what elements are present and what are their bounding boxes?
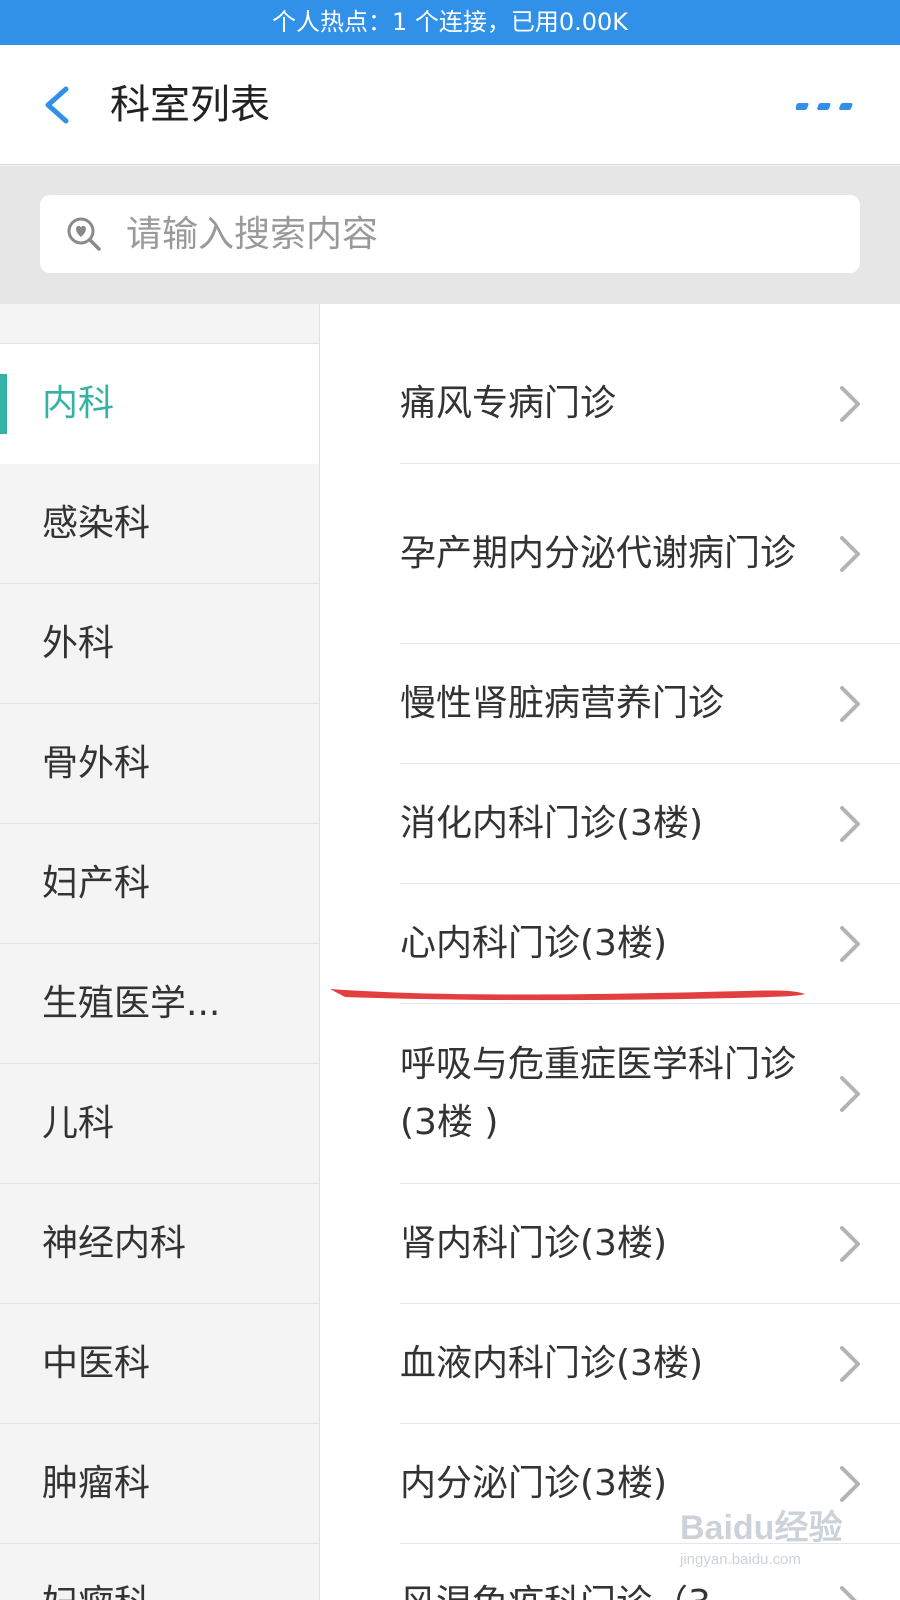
chevron-left-icon [45, 86, 69, 124]
sidebar-item-orthopedics[interactable]: 骨外科 [0, 704, 319, 824]
sidebar-item-tcm[interactable]: 中医科 [0, 1304, 319, 1424]
chevron-right-icon [840, 1345, 860, 1382]
sidebar-item-gyn-oncology[interactable]: 妇瘤科 [0, 1544, 319, 1600]
department-label: 呼吸与危重症医学科门诊(3楼 ) [400, 1043, 797, 1143]
department-label: 内分泌门诊(3楼) [400, 1462, 667, 1504]
sidebar-item-reproductive[interactable]: 生殖医学... [0, 944, 319, 1064]
sidebar-item-internal-medicine[interactable]: 内科 [0, 344, 319, 464]
hotspot-status-bar: 个人热点：1 个连接，已用0.00K [0, 0, 900, 45]
sidebar-item-neurology[interactable]: 神经内科 [0, 1184, 319, 1304]
content-top-gap [320, 304, 900, 344]
chevron-right-icon [840, 385, 860, 422]
chevron-right-icon [840, 685, 860, 722]
page-title: 科室列表 [110, 82, 270, 128]
sidebar-item-oncology[interactable]: 肿瘤科 [0, 1424, 319, 1544]
sidebar-item-obstetrics[interactable]: 妇产科 [0, 824, 319, 944]
search-area [0, 166, 900, 304]
more-button[interactable] [795, 95, 860, 119]
list-item[interactable]: 痛风专病门诊 [400, 344, 900, 464]
chevron-right-icon [840, 1585, 858, 1600]
department-label: 慢性肾脏病营养门诊 [400, 682, 725, 724]
department-label: 心内科门诊(3楼) [400, 922, 667, 964]
list-item[interactable]: 孕产期内分泌代谢病门诊 [400, 464, 900, 644]
chevron-right-icon [840, 925, 860, 962]
department-label: 肾内科门诊(3楼) [400, 1222, 667, 1264]
search-icon [64, 214, 104, 254]
baidu-watermark: Baidu经验 jingyan.baidu.com [680, 1500, 880, 1580]
department-panel: 痛风专病门诊 孕产期内分泌代谢病门诊 慢性肾脏病营养门诊 消化内科门诊(3楼) … [320, 304, 900, 1600]
department-label: 风湿免疫科门诊（3 [400, 1575, 711, 1600]
department-label: 消化内科门诊(3楼) [400, 802, 703, 844]
watermark-url: jingyan.baidu.com [680, 1551, 801, 1568]
list-item[interactable]: 慢性肾脏病营养门诊 [400, 644, 900, 764]
category-sidebar: 内科 感染科 外科 骨外科 妇产科 生殖医学... 儿科 神经内科 中医科 肿瘤… [0, 304, 320, 1600]
more-dots-icon [795, 103, 853, 110]
department-label: 痛风专病门诊 [400, 382, 617, 424]
chevron-right-icon [840, 805, 860, 842]
sidebar-item-surgery[interactable]: 外科 [0, 584, 319, 704]
app-header: 科室列表 [0, 45, 900, 165]
chevron-right-icon [840, 535, 860, 572]
watermark-logo: Baidu经验 [680, 1509, 843, 1547]
search-input[interactable] [126, 195, 826, 273]
sidebar-top-gap [0, 304, 319, 344]
department-label: 孕产期内分泌代谢病门诊 [400, 532, 797, 574]
list-item[interactable]: 呼吸与危重症医学科门诊(3楼 ) [400, 1004, 900, 1184]
list-item[interactable]: 血液内科门诊(3楼) [400, 1304, 900, 1424]
list-item[interactable]: 心内科门诊(3楼) [400, 884, 900, 1004]
list-item[interactable]: 肾内科门诊(3楼) [400, 1184, 900, 1304]
department-label: 血液内科门诊(3楼) [400, 1342, 703, 1384]
department-list: 痛风专病门诊 孕产期内分泌代谢病门诊 慢性肾脏病营养门诊 消化内科门诊(3楼) … [400, 344, 900, 1600]
chevron-right-icon [840, 1465, 860, 1502]
sidebar-item-pediatrics[interactable]: 儿科 [0, 1064, 319, 1184]
list-item[interactable]: 消化内科门诊(3楼) [400, 764, 900, 884]
back-button[interactable] [30, 75, 90, 135]
search-box[interactable] [40, 195, 860, 273]
sidebar-item-infectious[interactable]: 感染科 [0, 464, 319, 584]
chevron-right-icon [840, 1075, 860, 1112]
chevron-right-icon [840, 1225, 860, 1262]
